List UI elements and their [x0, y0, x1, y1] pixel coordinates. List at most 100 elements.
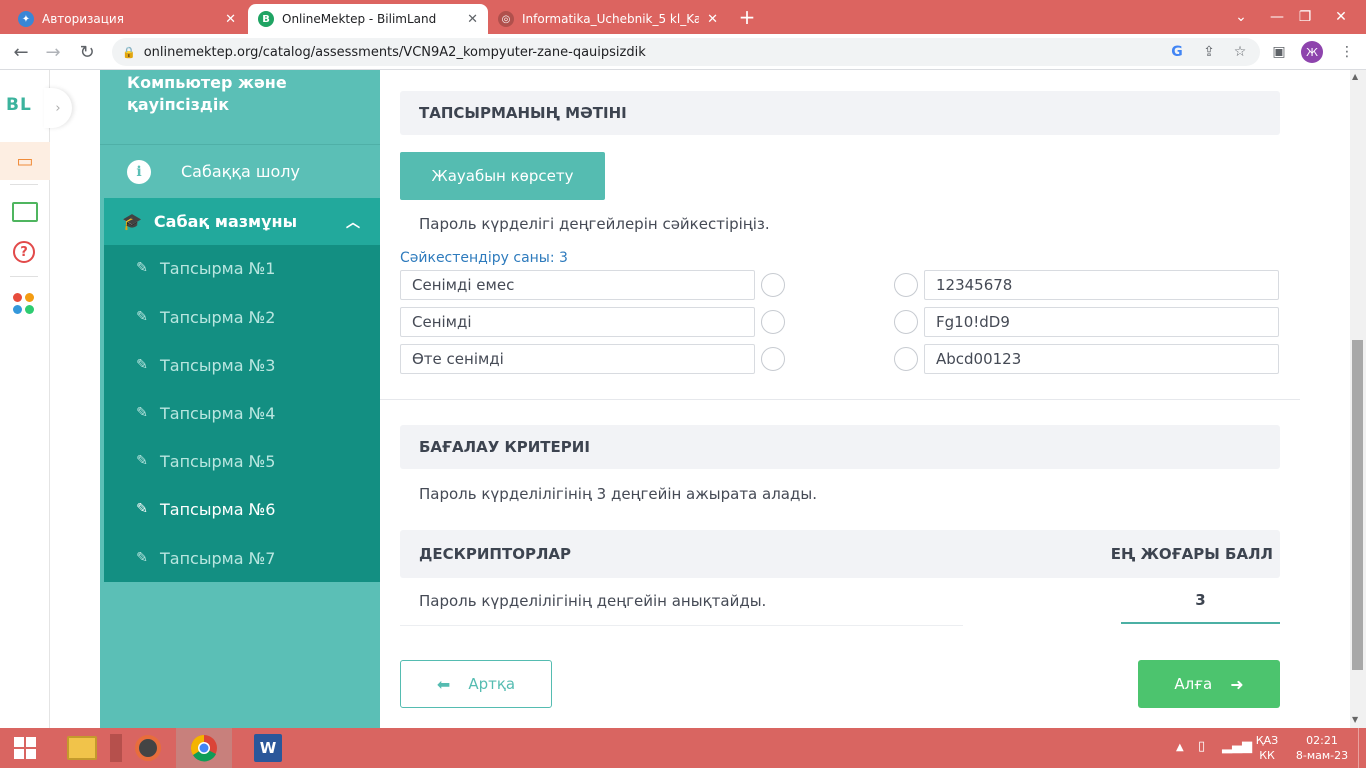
arrow-right-icon: ➜: [1230, 674, 1244, 694]
close-tab-icon[interactable]: ✕: [225, 12, 236, 27]
sidebar-section-lesson-content[interactable]: 🎓 Сабақ мазмұны ︿: [104, 198, 380, 245]
scroll-up-icon[interactable]: ▲: [1352, 72, 1358, 81]
left-match-item[interactable]: Өте сенімді: [400, 344, 755, 374]
edit-icon: ✎: [136, 453, 148, 469]
graduation-cap-icon: 🎓: [122, 212, 142, 231]
close-tab-icon[interactable]: ✕: [707, 12, 718, 27]
sidebar-item-overview[interactable]: i Сабаққа шолу: [100, 144, 380, 198]
task-item[interactable]: ✎ Тапсырма №5: [134, 437, 374, 485]
edit-icon: ✎: [136, 405, 148, 421]
right-connector-circle[interactable]: [894, 273, 918, 297]
classroom-icon[interactable]: ▭: [0, 142, 50, 180]
side-panel-icon[interactable]: ▣: [1268, 41, 1290, 63]
browser-tab[interactable]: ✦ Авторизация ✕: [8, 4, 246, 34]
arrow-left-icon: ⬅: [436, 674, 451, 694]
criteria-text: Пароль күрделілігінің 3 деңгейін ажырата…: [419, 485, 817, 503]
sidebar-item-label: Сабаққа шолу: [181, 162, 300, 181]
task-item-current[interactable]: ✎ Тапсырма №6: [134, 485, 374, 533]
edit-icon: ✎: [136, 309, 148, 325]
expand-rail-chevron-icon[interactable]: ›: [44, 88, 72, 128]
new-tab-button[interactable]: +: [730, 0, 764, 34]
edit-icon: ✎: [136, 550, 148, 566]
newspaper-icon[interactable]: [12, 202, 38, 222]
close-window-button[interactable]: ✕: [1318, 0, 1364, 34]
right-connector-circle[interactable]: [894, 347, 918, 371]
row-divider: [400, 625, 963, 626]
tab-favicon-icon: B: [258, 11, 274, 27]
task-item[interactable]: ✎ Тапсырма №1: [134, 244, 374, 292]
bilimland-logo[interactable]: BL: [6, 95, 32, 115]
show-desktop-strip[interactable]: [1358, 728, 1359, 768]
app-left-rail: BL › ▭ ?: [0, 70, 72, 728]
task-item[interactable]: ✎ Тапсырма №3: [134, 341, 374, 389]
apps-grid-icon[interactable]: [13, 293, 35, 315]
edit-icon: ✎: [136, 260, 148, 276]
right-match-item[interactable]: 12345678: [924, 270, 1279, 300]
task-text-header: ТАПСЫРМАНЫҢ МӘТІНІ: [400, 91, 1280, 135]
reload-icon[interactable]: ↻: [72, 34, 102, 70]
task-list: ✎ Тапсырма №1 ✎ Тапсырма №2 ✎ Тапсырма №3 ✎…: [104, 245, 380, 582]
share-icon[interactable]: ⇪: [1198, 41, 1220, 63]
task-item[interactable]: ✎ Тапсырма №7: [134, 534, 374, 582]
url-text: onlinemektep.org/catalog/assessments/VCN…: [143, 44, 646, 60]
battery-icon[interactable]: ▯: [1198, 739, 1205, 754]
back-button[interactable]: ⬅ Артқа: [400, 660, 552, 708]
task-prompt: Пароль күрделігі деңгейлерін сәйкестірің…: [419, 215, 770, 233]
bookmark-star-icon[interactable]: ☆: [1229, 41, 1251, 63]
browser-tab[interactable]: ◎ Informatika_Uchebnik_5 kl_Kaz.ir ✕: [488, 4, 728, 34]
rail-divider: [10, 276, 38, 277]
address-bar[interactable]: 🔒 onlinemektep.org/catalog/assessments/V…: [112, 38, 1260, 66]
page-viewport: BL › ▭ ? Компьютер және қауіпсіздік i Са…: [0, 70, 1350, 728]
forward-arrow-icon[interactable]: →: [38, 34, 68, 70]
back-button-label: Артқа: [468, 675, 516, 693]
tab-favicon-icon: ✦: [18, 11, 34, 27]
language-indicator[interactable]: ҚАЗ КК: [1252, 733, 1282, 763]
task-item[interactable]: ✎ Тапсырма №2: [134, 293, 374, 341]
tray-expand-icon[interactable]: ▲: [1176, 740, 1184, 755]
left-match-item[interactable]: Сенімді: [400, 307, 755, 337]
word-icon[interactable]: W: [240, 728, 296, 768]
network-icon[interactable]: ▂▄▆: [1222, 739, 1252, 754]
windows-start-icon[interactable]: [0, 728, 50, 768]
max-score-header: ЕҢ ЖОҒАРЫ БАЛЛ: [1110, 545, 1273, 563]
browser-tab-active[interactable]: B OnlineMektep - BilimLand ✕: [248, 4, 488, 34]
google-icon[interactable]: G: [1166, 41, 1188, 63]
descriptors-header: ДЕСКРИПТОРЛАР: [419, 545, 572, 563]
right-match-item[interactable]: Fg10!dD9: [924, 307, 1279, 337]
windows-taskbar: W ▲ ▯ ▂▄▆ ҚАЗ КК 02:21 8-мам-23: [0, 728, 1366, 768]
next-button-label: Алға: [1174, 675, 1213, 693]
task-item[interactable]: ✎ Тапсырма №4: [134, 389, 374, 437]
file-explorer-icon[interactable]: [54, 728, 110, 768]
right-match-item[interactable]: Abcd00123: [924, 344, 1279, 374]
descriptors-header-row: ДЕСКРИПТОРЛАР ЕҢ ЖОҒАРЫ БАЛЛ: [400, 530, 1280, 578]
descriptor-text: Пароль күрделілігінің деңгейін анықтайды…: [419, 592, 767, 610]
right-connector-circle[interactable]: [894, 310, 918, 334]
profile-avatar[interactable]: Ж: [1301, 41, 1323, 63]
scroll-down-icon[interactable]: ▼: [1352, 715, 1358, 724]
browser-tab-strip: ✦ Авторизация ✕ B OnlineMektep - BilimLa…: [0, 0, 1366, 34]
clock[interactable]: 02:21 8-мам-23: [1294, 733, 1350, 763]
back-arrow-icon[interactable]: ←: [6, 34, 36, 70]
show-answer-button[interactable]: Жауабын көрсету: [400, 152, 605, 200]
chevron-up-icon[interactable]: ︿: [346, 212, 360, 232]
left-connector-circle[interactable]: [761, 273, 785, 297]
sidebar-section-label: Сабақ мазмұны: [153, 212, 298, 231]
course-title: Компьютер және қауіпсіздік: [127, 73, 287, 114]
browser-toolbar: ← → ↻ 🔒 onlinemektep.org/catalog/assessm…: [0, 34, 1366, 70]
edit-icon: ✎: [136, 501, 148, 517]
criteria-header: БАҒАЛАУ КРИТЕРИІ: [400, 425, 1280, 469]
left-connector-circle[interactable]: [761, 310, 785, 334]
left-match-item[interactable]: Сенімді емес: [400, 270, 755, 300]
close-tab-icon[interactable]: ✕: [467, 12, 478, 27]
scrollbar-thumb[interactable]: [1352, 340, 1363, 670]
help-icon[interactable]: ?: [13, 241, 35, 263]
next-button[interactable]: Алға ➜: [1138, 660, 1280, 708]
left-connector-circle[interactable]: [761, 347, 785, 371]
chrome-taskbar-icon[interactable]: [176, 728, 232, 768]
info-icon: i: [127, 159, 151, 184]
tab-favicon-icon: ◎: [498, 11, 514, 27]
media-player-icon[interactable]: [120, 728, 176, 768]
match-count: Сәйкестендіру саны: 3: [400, 250, 568, 266]
rail-divider: [10, 184, 38, 185]
menu-kebab-icon[interactable]: ⋮: [1336, 41, 1358, 63]
